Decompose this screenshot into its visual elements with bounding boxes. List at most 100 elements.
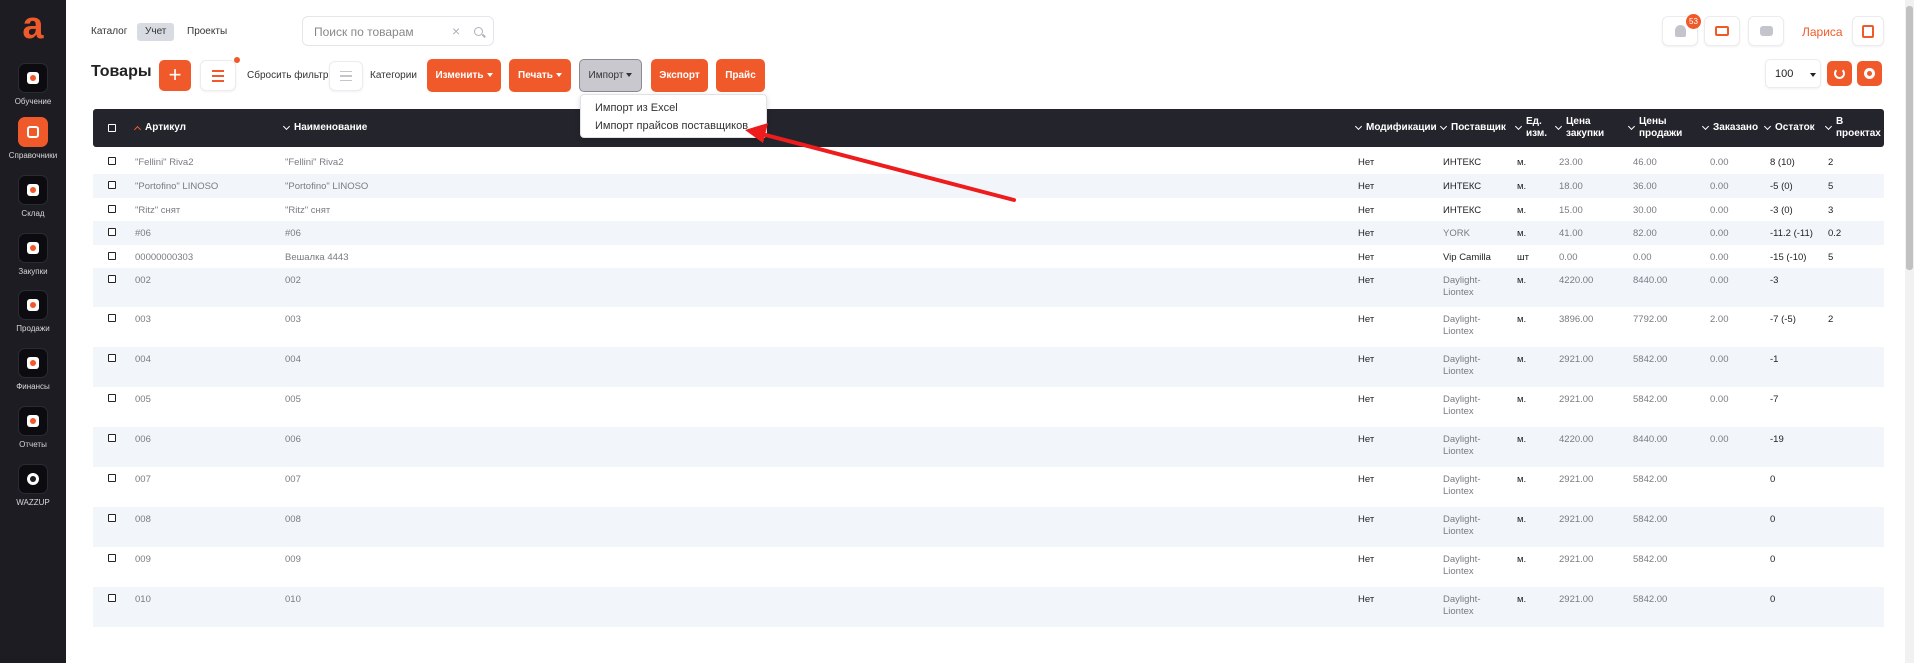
row-checkbox[interactable] — [108, 181, 116, 189]
scrollbar-thumb[interactable] — [1906, 6, 1913, 270]
tab-projects[interactable]: Проекты — [187, 23, 227, 41]
sidebar-item-label: WAZZUP — [16, 498, 50, 507]
price-button[interactable]: Прайс — [716, 59, 765, 92]
col-projects-line2: проектах — [1836, 128, 1881, 139]
row-checkbox[interactable] — [108, 354, 116, 362]
cell-sell: 82.00 — [1633, 228, 1657, 239]
menu-item-import-excel[interactable]: Импорт из Excel — [595, 102, 678, 114]
page-title: Товары — [91, 63, 152, 80]
settings-button[interactable] — [1857, 61, 1882, 86]
cell-unit: м. — [1517, 394, 1527, 405]
col-buy-label: Цена закупки — [1566, 116, 1604, 140]
cell-mods: Нет — [1358, 275, 1375, 286]
table-row[interactable]: 005 005 Нет Daylight- Liontex м. 2921.00 5842.0… — [93, 387, 1884, 427]
cell-mods: Нет — [1358, 228, 1375, 239]
table-row[interactable]: "Portofino" LINOSO "Portofino" LINOSO Нет И… — [93, 174, 1884, 198]
sidebar-item-finansy[interactable]: Финансы — [0, 348, 66, 400]
change-button[interactable]: Изменить — [427, 59, 501, 92]
table-row[interactable]: 007 007 Нет Daylight- Liontex м. 2921.00 5842.0… — [93, 467, 1884, 507]
export-button[interactable]: Экспорт — [651, 59, 708, 92]
import-button[interactable]: Импорт — [579, 59, 642, 92]
search-input[interactable]: Поиск по товарам — [314, 25, 414, 39]
sidebar-item-wazzup[interactable]: WAZZUP — [0, 464, 66, 516]
menu-item-import-supplier-prices[interactable]: Импорт прайсов поставщиков — [595, 120, 748, 132]
refresh-button[interactable] — [1827, 61, 1852, 86]
page-size-select[interactable]: 100 — [1765, 59, 1821, 88]
table-row[interactable]: 006 006 Нет Daylight- Liontex м. 4220.00 8440.0… — [93, 427, 1884, 467]
chevron-down-icon — [626, 73, 633, 78]
col-buy-line2: закупки — [1566, 128, 1605, 139]
col-projects[interactable]: Впроектах — [1824, 116, 1881, 140]
row-checkbox[interactable] — [108, 157, 116, 165]
cell-supplier-line1: Daylight- — [1443, 394, 1481, 405]
col-sell-price[interactable]: Цены продажи — [1627, 116, 1682, 140]
table-row[interactable]: "Ritz" снят "Ritz" снят Нет ИНТЕКС м. 15.00 30… — [93, 198, 1884, 221]
sidebar-item-obuchenie[interactable]: Обучение — [0, 63, 66, 115]
cell-buy: 2921.00 — [1559, 354, 1594, 365]
cell-article: "Fellini" Riva2 — [135, 157, 194, 168]
table-row[interactable]: 003 003 Нет Daylight- Liontex м. 3896.00 7792.0… — [93, 307, 1884, 347]
logout-button[interactable] — [1852, 16, 1884, 46]
col-supplier[interactable]: Поставщик — [1439, 122, 1506, 133]
sidebar-item-prodazhi[interactable]: Продажи — [0, 290, 66, 342]
row-checkbox[interactable] — [108, 594, 116, 602]
table-row[interactable]: 009 009 Нет Daylight- Liontex м. 2921.00 5842.0… — [93, 547, 1884, 587]
filter-button[interactable] — [200, 60, 236, 91]
sidebar-item-spravochniki[interactable]: Справочники — [0, 117, 66, 169]
row-checkbox[interactable] — [108, 434, 116, 442]
row-checkbox[interactable] — [108, 394, 116, 402]
table-row[interactable]: 00000000303 Вешалка 4443 Нет Vip Camilla шт 0… — [93, 245, 1884, 268]
mail-icon — [1715, 26, 1729, 36]
sidebar-item-sklad[interactable]: Склад — [0, 175, 66, 227]
select-all-checkbox[interactable] — [108, 124, 116, 132]
add-product-button[interactable]: + — [159, 60, 191, 91]
sidebar-item-zakupki[interactable]: Закупки — [0, 233, 66, 285]
categories-button[interactable] — [329, 61, 363, 91]
col-unit[interactable]: Ед. изм. — [1514, 116, 1547, 140]
col-name[interactable]: Наименование — [282, 122, 367, 133]
tab-uchet[interactable]: Учет — [137, 23, 175, 41]
clear-icon[interactable]: × — [452, 23, 460, 39]
row-checkbox[interactable] — [108, 205, 116, 213]
mail-button[interactable] — [1704, 16, 1740, 46]
cell-supplier-line1: Daylight- — [1443, 275, 1481, 286]
cell-projects: 2 — [1828, 314, 1834, 325]
cell-buy: 23.00 — [1559, 157, 1583, 168]
col-ordered[interactable]: Заказано — [1701, 122, 1758, 133]
row-checkbox[interactable] — [108, 228, 116, 236]
tab-catalog[interactable]: Каталог — [91, 23, 127, 41]
table-row[interactable]: 002 002 Нет Daylight- Liontex м. 4220.00 8440.0… — [93, 268, 1884, 307]
search-box[interactable]: Поиск по товарам × — [302, 16, 494, 46]
table-row[interactable]: "Fellini" Riva2 "Fellini" Riva2 Нет ИНТЕКС м… — [93, 150, 1884, 174]
col-stock[interactable]: Остаток — [1763, 122, 1815, 133]
cell-sell: 36.00 — [1633, 181, 1657, 192]
row-checkbox[interactable] — [108, 314, 116, 322]
categories-label[interactable]: Категории — [370, 70, 417, 81]
app-logo[interactable]: a — [19, 7, 47, 45]
reset-filter-link[interactable]: Сбросить фильтр — [247, 70, 328, 81]
sidebar-item-otchety[interactable]: Отчеты — [0, 406, 66, 458]
table-row[interactable]: 004 004 Нет Daylight- Liontex м. 2921.00 5842.0… — [93, 347, 1884, 387]
col-buy-price[interactable]: Цена закупки — [1554, 116, 1604, 140]
user-name[interactable]: Лариса — [1802, 25, 1843, 39]
row-checkbox[interactable] — [108, 554, 116, 562]
import-menu: Импорт из Excel Импорт прайсов поставщик… — [580, 94, 767, 138]
col-article[interactable]: Артикул — [133, 122, 186, 133]
chevron-down-icon — [486, 73, 493, 78]
chevron-down-icon — [1810, 73, 1816, 77]
cell-sell: 0.00 — [1633, 252, 1652, 263]
cell-supplier: Daylight- Liontex — [1443, 554, 1481, 578]
cell-supplier-line2: Liontex — [1443, 446, 1474, 457]
table-row[interactable]: 008 008 Нет Daylight- Liontex м. 2921.00 5842.0… — [93, 507, 1884, 547]
row-checkbox[interactable] — [108, 474, 116, 482]
col-mods[interactable]: Модификации — [1354, 122, 1437, 133]
cell-stock: -19 — [1770, 434, 1784, 445]
row-checkbox[interactable] — [108, 252, 116, 260]
row-checkbox[interactable] — [108, 275, 116, 283]
table-row[interactable]: #06 #06 Нет YORK м. 41.00 82.00 0.00 -11.2 (-11)… — [93, 221, 1884, 245]
table-row[interactable]: 010 010 Нет Daylight- Liontex м. 2921.00 5842.0… — [93, 587, 1884, 627]
print-button[interactable]: Печать — [509, 59, 571, 92]
chat-button[interactable] — [1748, 16, 1784, 46]
search-icon[interactable] — [474, 27, 483, 36]
row-checkbox[interactable] — [108, 514, 116, 522]
